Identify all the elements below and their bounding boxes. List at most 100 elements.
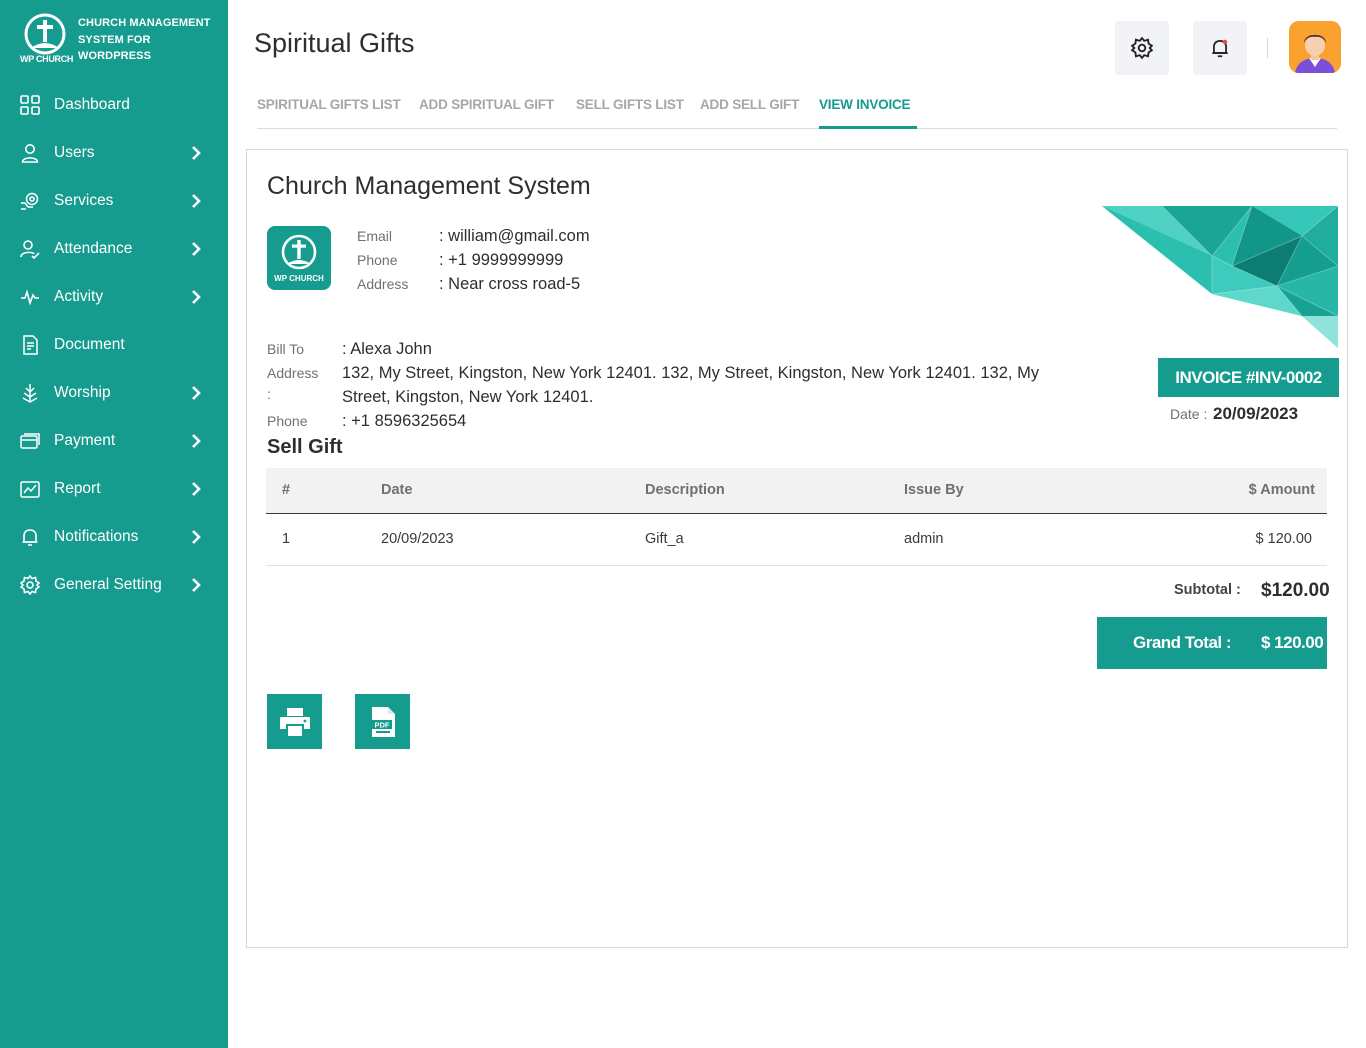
svg-text:PDF: PDF [374,720,389,729]
chevron-right-icon [192,242,201,256]
cell-amount: $ 120.00 [1255,531,1312,547]
sidebar-item-label: Users [54,144,95,161]
column-header-date: Date [381,482,413,498]
sidebar-item-label: Payment [54,432,116,449]
bill-to-label: Bill To [267,341,305,357]
report-icon [20,479,40,499]
subtotal-label: Subtotal : [1174,582,1241,598]
active-tab-indicator [819,126,917,129]
sidebar: WP CHURCH CHURCH MANAGEMENT SYSTEM FOR W… [0,0,228,1048]
worship-icon [20,383,40,403]
sidebar-item-label: General Setting [54,576,162,593]
sidebar-item-document[interactable]: Document [0,321,228,369]
sidebar-item-notifications[interactable]: Notifications [0,513,228,561]
pdf-file-icon: PDF [371,706,395,737]
company-logo: WP CHURCH [267,226,331,290]
tab-add-sell-gift[interactable]: ADD SELL GIFT [700,97,799,112]
bill-to-value: : Alexa John [342,340,432,358]
bill-address-label: Address [267,365,319,381]
cell-index: 1 [282,531,291,547]
bill-phone-label: Phone [267,413,308,429]
table-header: # Date Description Issue By $ Amount [266,468,1327,514]
sidebar-item-label: Worship [54,384,111,401]
pdf-download-button[interactable]: PDF [355,694,410,749]
grand-total-label: Grand Total : [1133,633,1232,652]
tab-view-invoice[interactable]: VIEW INVOICE [819,97,911,112]
settings-button[interactable] [1115,21,1169,75]
gear-icon [1131,37,1153,59]
avatar[interactable] [1289,21,1341,73]
cell-issue-by: admin [904,531,944,547]
address-label: Address [357,276,409,292]
sidebar-item-label: Services [54,192,114,209]
payment-icon [20,431,40,451]
company-name: Church Management System [267,172,591,200]
notifications-button[interactable] [1193,21,1247,75]
phone-value: : +1 9999999999 [439,251,564,269]
chevron-right-icon [192,578,201,592]
email-value: : william@gmail.com [439,227,590,245]
invoice-decoration [1102,206,1338,348]
invoice-date-value: 20/09/2023 [1213,404,1299,423]
services-icon [20,191,40,211]
document-icon [20,335,40,355]
sidebar-item-attendance[interactable]: Attendance [0,225,228,273]
subtotal-value: $120.00 [1261,580,1330,601]
tab-sell-gifts-list[interactable]: SELL GIFTS LIST [576,97,684,112]
grid-icon [20,95,40,115]
brand[interactable]: WP CHURCH CHURCH MANAGEMENT SYSTEM FOR W… [18,12,218,68]
page-title: Spiritual Gifts [254,28,415,58]
chevron-right-icon [192,194,201,208]
chevron-right-icon [192,482,201,496]
sidebar-item-dashboard[interactable]: Dashboard [0,81,228,129]
brand-line-3: WORDPRESS [78,50,152,62]
user-avatar-icon [1289,21,1341,73]
phone-label: Phone [357,252,398,268]
logo-text: WP CHURCH [20,54,74,64]
logo-text: WP CHURCH [274,274,324,283]
table-row: 1 20/09/2023 Gift_a admin $ 120.00 [266,514,1327,566]
sidebar-item-label: Activity [54,288,104,305]
gear-icon [20,575,40,595]
grand-total-box: Grand Total : $ 120.00 [1097,617,1327,669]
column-header-amount: $ Amount [1248,482,1315,498]
chevron-right-icon [192,434,201,448]
sidebar-item-payment[interactable]: Payment [0,417,228,465]
tab-add-spiritual-gift[interactable]: ADD SPIRITUAL GIFT [419,97,554,112]
chevron-right-icon [192,146,201,160]
sidebar-item-label: Dashboard [54,96,130,113]
sidebar-nav: Dashboard Users Services Attendance Acti… [0,81,228,609]
print-button[interactable] [267,694,322,749]
sidebar-item-worship[interactable]: Worship [0,369,228,417]
bill-address-colon: : [267,386,271,402]
column-header-issue-by: Issue By [904,482,964,498]
sidebar-item-services[interactable]: Services [0,177,228,225]
grand-total-value: $ 120.00 [1261,633,1324,652]
cell-description: Gift_a [645,531,684,547]
chevron-right-icon [192,530,201,544]
invoice-number-badge: INVOICE #INV-0002 [1158,358,1339,397]
section-title: Sell Gift [267,436,343,458]
brand-name: CHURCH MANAGEMENT SYSTEM FOR WORDPRESS [78,15,210,65]
cell-date: 20/09/2023 [381,531,454,547]
bell-icon [20,527,40,547]
email-label: Email [357,228,393,244]
sidebar-item-activity[interactable]: Activity [0,273,228,321]
sidebar-item-report[interactable]: Report [0,465,228,513]
tab-spiritual-gifts-list[interactable]: SPIRITUAL GIFTS LIST [257,97,401,112]
bell-icon [1212,39,1228,58]
bill-address-value: 132, My Street, Kingston, New York 12401… [342,364,1040,406]
printer-icon [279,707,310,736]
column-header-index: # [282,482,291,498]
header-divider [1267,38,1268,58]
user-icon [20,143,40,163]
chevron-right-icon [192,386,201,400]
sidebar-item-label: Document [54,336,125,353]
sidebar-item-label: Attendance [54,240,133,257]
bill-phone-value: : +1 8596325654 [342,412,467,430]
address-value: : Near cross road-5 [439,275,581,293]
sidebar-item-general-setting[interactable]: General Setting [0,561,228,609]
column-header-description: Description [645,482,725,498]
pulse-icon [20,287,40,307]
sidebar-item-users[interactable]: Users [0,129,228,177]
